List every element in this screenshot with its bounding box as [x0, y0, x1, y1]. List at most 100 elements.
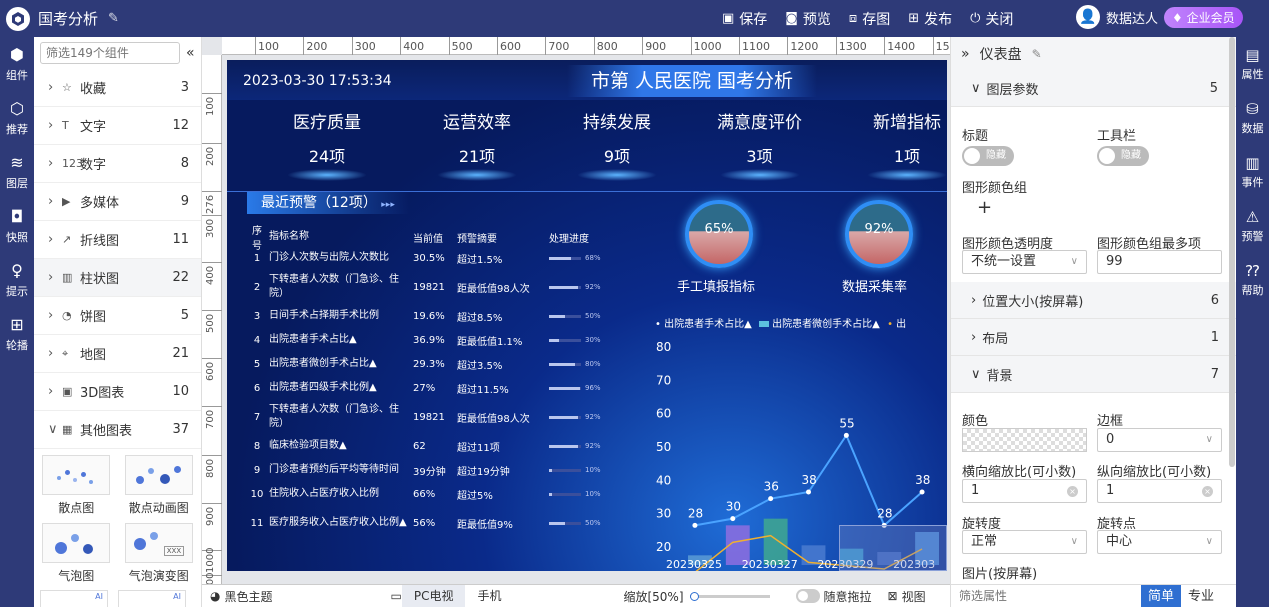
rail-events[interactable]: ▥ 事件 — [1236, 145, 1269, 199]
row-progress: 30% — [549, 336, 629, 344]
bubble-evolution-thumbnail: XXX — [124, 523, 193, 563]
mode-simple-button[interactable]: 简单 — [1141, 584, 1182, 607]
category-item[interactable]: › 123 数字 8 — [34, 145, 201, 183]
vscale-value: 1 — [1106, 483, 1115, 498]
thumb-partial[interactable]: AI — [118, 590, 186, 607]
add-icon[interactable]: + — [977, 197, 992, 218]
table-row[interactable]: 4 出院患者手术占比▲ 36.9% 距最低值1.1% 30% — [249, 328, 634, 352]
section-label: 位置大小(按屏幕) — [982, 294, 1084, 310]
thumb-partial[interactable]: AI — [40, 590, 108, 607]
publish-button[interactable]: ⊞ 发布 — [908, 9, 952, 29]
drag-toggle[interactable]: 随意拖拉 — [788, 588, 880, 605]
table-row[interactable]: 6 出院患者四级手术比例▲ 27% 超过11.5% 96% — [249, 376, 634, 400]
category-icon: ☆ — [62, 81, 72, 94]
category-item[interactable]: › ⌖ 地图 21 — [34, 335, 201, 373]
properties-panel: » 仪表盘 ✎ ∨ 图层参数 5 标题 工具栏 隐藏 隐藏 图形颜色组 + 图形颜色… — [950, 37, 1237, 607]
close-button[interactable]: ⏻ 关闭 — [970, 9, 1013, 29]
rotpoint-select[interactable]: 中心 ∨ — [1097, 530, 1222, 554]
thumb-bubble[interactable]: 气泡图 — [40, 523, 113, 587]
canvas-area[interactable]: 100 200 300 400 500 600 700 800 900 1000 1100 1200 1… — [202, 37, 964, 607]
category-item[interactable]: › ↗ 折线图 11 — [34, 221, 201, 259]
section-background[interactable]: ∨ 背景 7 — [951, 356, 1237, 393]
vip-label: 企业会员 — [1186, 10, 1235, 25]
title-toggle[interactable]: 隐藏 — [962, 146, 1014, 166]
table-row[interactable]: 3 日间手术占择期手术比例 19.6% 超过8.5% 50% — [249, 304, 634, 328]
opacity-select[interactable]: 不统一设置 ∨ — [962, 250, 1087, 274]
tab-mobile[interactable]: 手机 — [465, 585, 513, 607]
color-picker[interactable] — [962, 428, 1087, 452]
vscale-label: 纵向缩放比(可小数) — [1097, 465, 1212, 480]
section-count: 7 — [1210, 366, 1219, 382]
rail-snapshot[interactable]: ◘ 快照 — [0, 199, 34, 253]
tab-pc[interactable]: PC电视 — [401, 584, 466, 607]
row-no: 9 — [253, 464, 261, 476]
component-search-input[interactable] — [40, 42, 180, 64]
table-row[interactable]: 2 下转患者人次数（门急诊、住院） 19821 距最低值98人次 92% — [249, 270, 634, 304]
table-row[interactable]: 10 住院收入占医疗收入比例 66% 超过5% 10% — [249, 482, 634, 506]
thumb-scatter[interactable]: 散点图 — [40, 455, 113, 519]
ruler-tick: 400 — [202, 262, 222, 285]
rail-tips[interactable]: ♀ 提示 — [0, 253, 34, 307]
kpi-value: 24项 — [308, 147, 346, 166]
table-row[interactable]: 5 出院患者微创手术占比▲ 29.3% 超过3.5% 80% — [249, 352, 634, 376]
clear-icon[interactable]: × — [1067, 486, 1078, 497]
toolbar-toggle[interactable]: 隐藏 — [1097, 146, 1149, 166]
section-label: 布局 — [982, 331, 1009, 347]
expand-icon[interactable]: » — [961, 46, 970, 62]
dashboard-canvas[interactable]: 2023-03-30 17:53:34 市第 人民医院 国考分析 医疗质量 24项… — [227, 60, 947, 571]
category-icon: ◔ — [62, 309, 72, 322]
border-select[interactable]: 0 ∨ — [1097, 428, 1222, 452]
ruler-tick: 100 — [255, 37, 279, 55]
rail-layers[interactable]: ≋ 图层 — [0, 145, 34, 199]
section-layer-params[interactable]: ∨ 图层参数 5 — [951, 70, 1236, 107]
user-menu[interactable]: 👤 数据达人 ♦ 企业会员 — [1076, 5, 1243, 29]
ruler-tick: 300 — [202, 215, 222, 238]
rail-help[interactable]: ⁇ 帮助 — [1236, 253, 1269, 307]
category-item[interactable]: › T 文字 12 — [34, 107, 201, 145]
table-row[interactable]: 11 医疗服务收入占医疗收入比例▲ 56% 距最低值9% 50% — [249, 506, 634, 540]
theme-toggle[interactable]: ◕ 黑色主题 — [202, 588, 281, 605]
rail-components[interactable]: ⬢ 组件 — [0, 37, 34, 91]
collapse-panel-icon[interactable]: « — [186, 45, 195, 61]
table-row[interactable]: 7 下转患者人次数（门急诊、住院） 19821 距最低值98人次 92% — [249, 400, 634, 434]
category-item[interactable]: › ▥ 柱状图 22 — [34, 259, 201, 297]
rail-alerts[interactable]: ⚠ 预警 — [1236, 199, 1269, 253]
category-item[interactable]: › ▶ 多媒体 9 — [34, 183, 201, 221]
filter-properties-input[interactable] — [951, 586, 1141, 606]
minimap-overlay[interactable] — [839, 525, 947, 571]
view-button[interactable]: ⊠ 视图 — [880, 588, 934, 605]
properties-scrollbar[interactable] — [1229, 37, 1235, 467]
section-position-size[interactable]: › 位置大小(按屏幕) 6 — [951, 282, 1237, 319]
edit-title-icon[interactable]: ✎ — [108, 11, 119, 26]
kpi-card: 运营效率 21项 — [437, 108, 517, 181]
rail-carousel[interactable]: ⊞ 轮播 — [0, 307, 34, 361]
clear-icon[interactable]: × — [1202, 486, 1213, 497]
edit-icon[interactable]: ✎ — [1032, 47, 1042, 61]
save-button[interactable]: ▣ 保存 — [722, 9, 767, 29]
table-row[interactable]: 1 门诊人次数与出院人次数比 30.5% 超过1.5% 68% — [249, 246, 634, 270]
category-item[interactable]: › ▣ 3D图表 10 — [34, 373, 201, 411]
rail-properties[interactable]: ▤ 属性 — [1236, 37, 1269, 91]
category-item[interactable]: › ◔ 饼图 5 — [34, 297, 201, 335]
save-image-button[interactable]: ⧈ 存图 — [849, 9, 890, 29]
category-item[interactable]: ∨ ▦ 其他图表 37 — [34, 411, 201, 449]
preview-button[interactable]: ◙ 预览 — [785, 9, 831, 29]
rail-recommend[interactable]: ⬡ 推荐 — [0, 91, 34, 145]
zoom-slider[interactable] — [689, 591, 770, 601]
y-tick-label: 70 — [656, 373, 671, 387]
hscale-input[interactable]: 1 × — [962, 479, 1087, 503]
rotate-select[interactable]: 正常 ∨ — [962, 530, 1087, 554]
category-item[interactable]: › ☆ 收藏 3 — [34, 69, 201, 107]
category-count: 10 — [172, 384, 189, 399]
table-row[interactable]: 9 门诊患者预约后平均等待时间 39分钟 超过19分钟 10% — [249, 458, 634, 482]
thumb-scatter-anim[interactable]: 散点动画图 — [123, 455, 196, 519]
rail-data[interactable]: ⛁ 数据 — [1236, 91, 1269, 145]
table-row[interactable]: 8 临床检验项目数▲ 62 超过11项 92% — [249, 434, 634, 458]
max-input[interactable]: 99 — [1097, 250, 1222, 274]
mode-pro-button[interactable]: 专业 — [1181, 585, 1221, 607]
section-layout[interactable]: › 布局 1 — [951, 319, 1237, 356]
rotate-value: 正常 — [971, 534, 998, 549]
thumb-bubble-evolution[interactable]: XXX 气泡演变图 — [123, 523, 196, 587]
top-bar: 国考分析 ✎ ▣ 保存 ◙ 预览 ⧈ 存图 ⊞ 发布 ⏻ 关闭 👤 数据达人 ♦ 企业会员 — [0, 0, 1269, 37]
vscale-input[interactable]: 1 × — [1097, 479, 1222, 503]
